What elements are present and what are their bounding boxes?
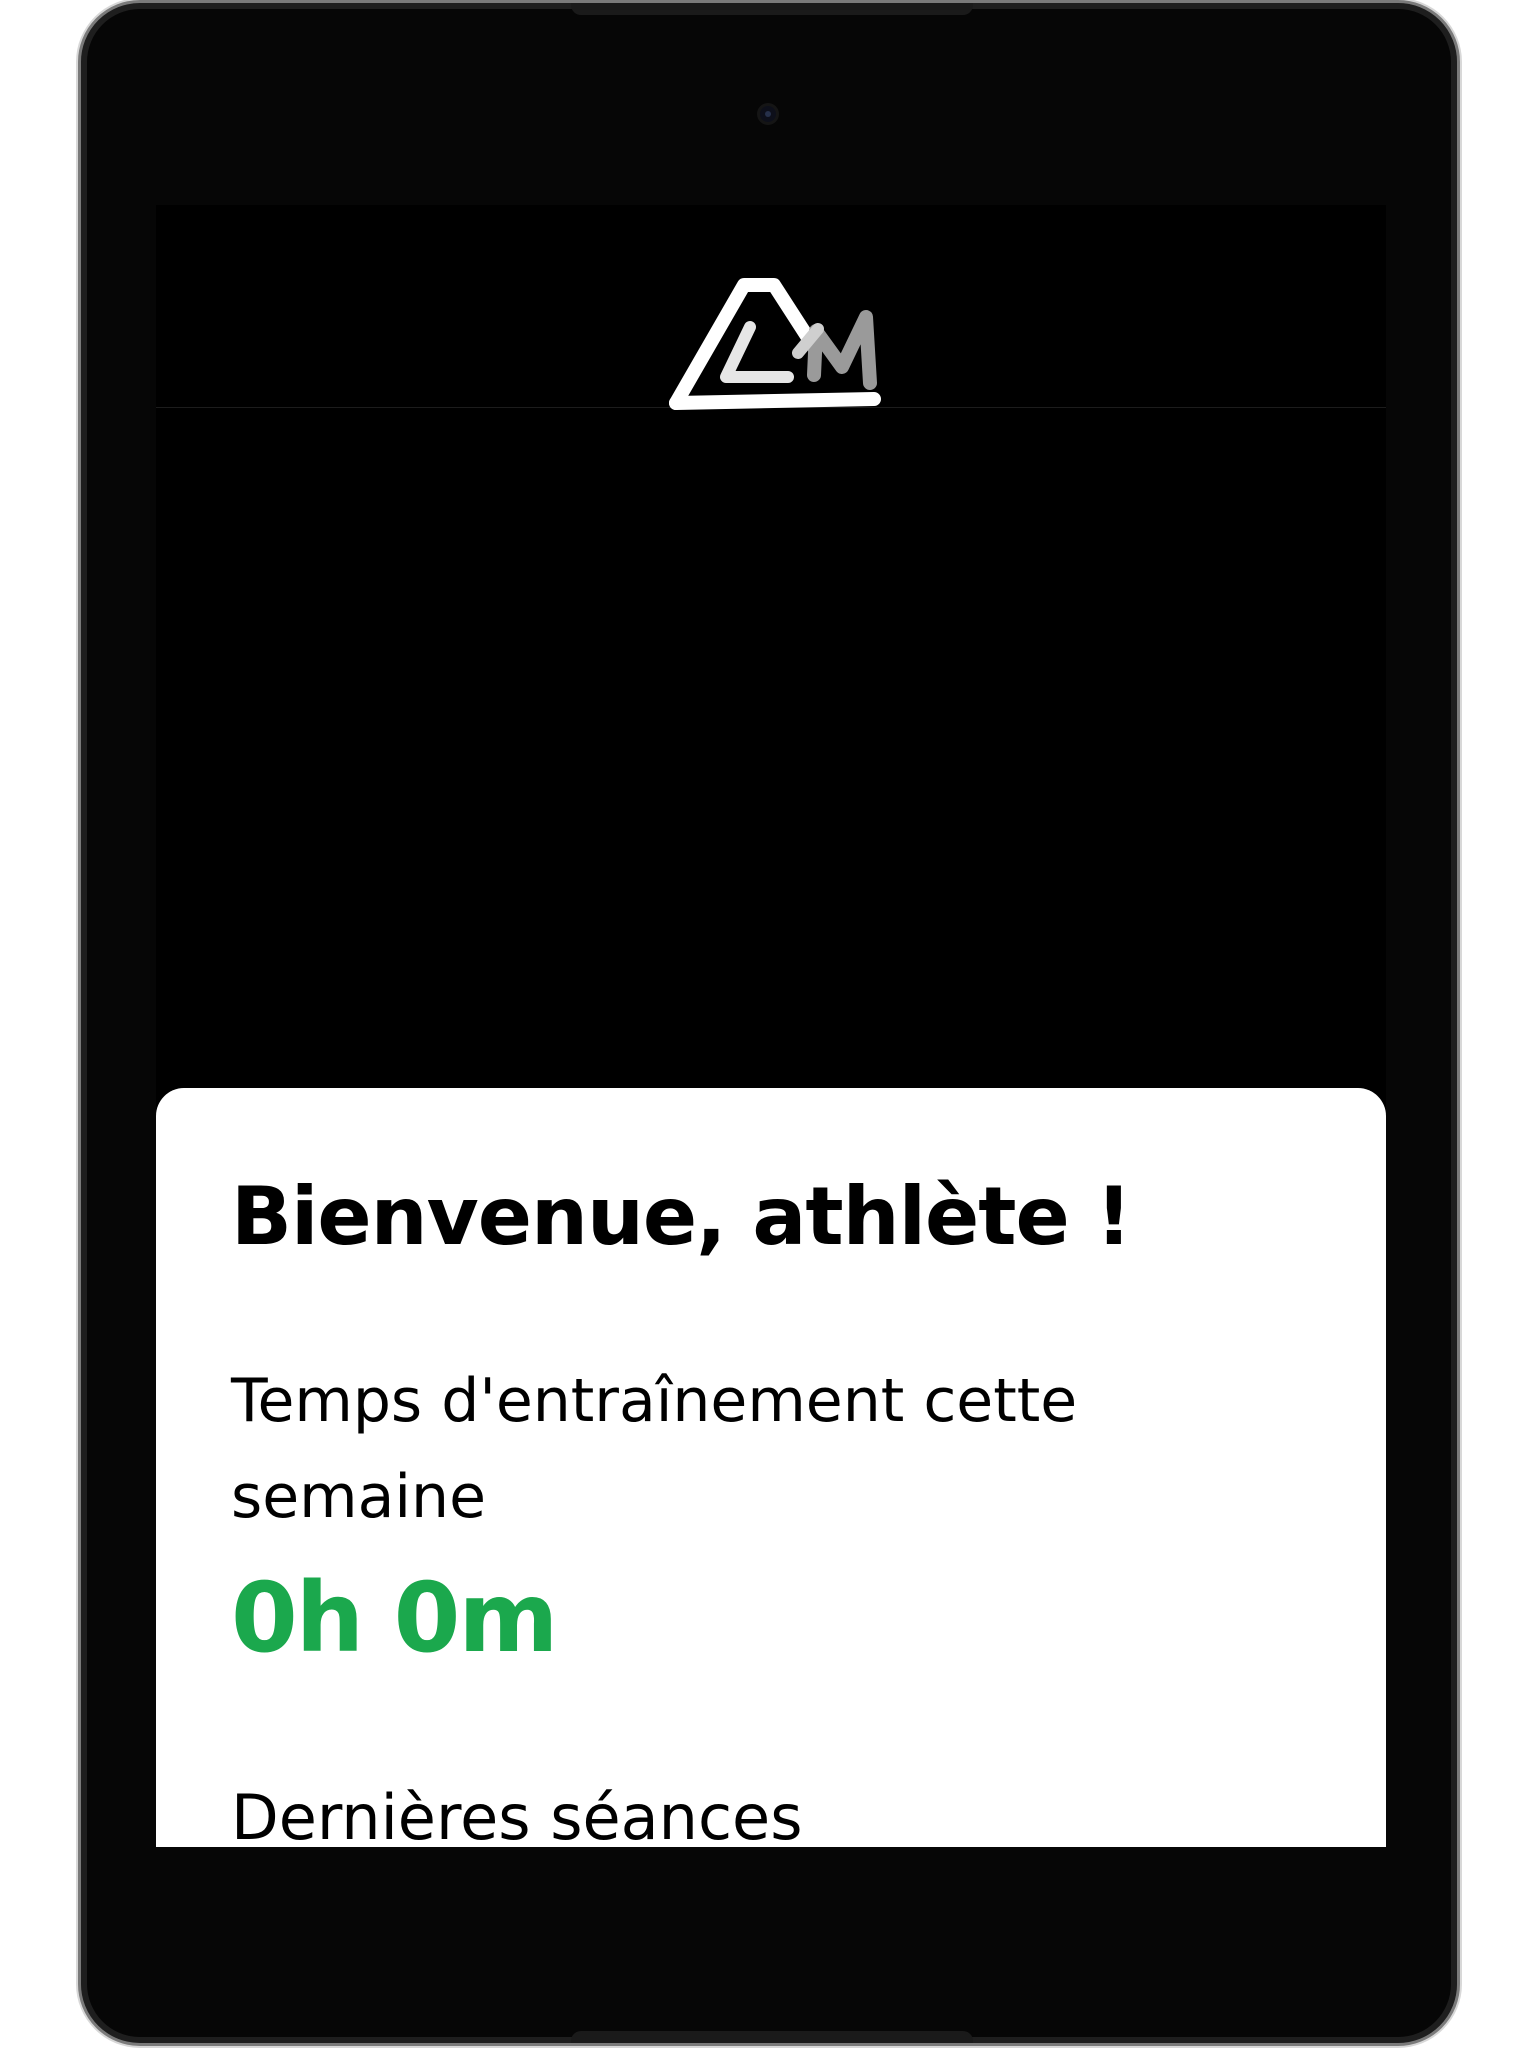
welcome-heading: Bienvenue, athlète ! (231, 1170, 1132, 1263)
tablet-frame: Bienvenue, athlète ! Temps d'entraînemen… (78, 0, 1460, 2046)
device-top-edge (571, 3, 973, 15)
dashboard-card: Bienvenue, athlète ! Temps d'entraînemen… (156, 1088, 1386, 1847)
recent-sessions-heading: Dernières séances (231, 1781, 803, 1847)
app-header (156, 205, 1386, 410)
device-bottom-edge (571, 2031, 973, 2043)
weekly-training-time-value: 0h 0m (231, 1562, 558, 1674)
app-screen: Bienvenue, athlète ! Temps d'entraînemen… (156, 205, 1386, 1847)
weekly-training-time-label: Temps d'entraînement cette semaine (231, 1366, 1078, 1532)
brand-logo-icon[interactable] (666, 265, 886, 415)
front-camera (760, 106, 776, 122)
